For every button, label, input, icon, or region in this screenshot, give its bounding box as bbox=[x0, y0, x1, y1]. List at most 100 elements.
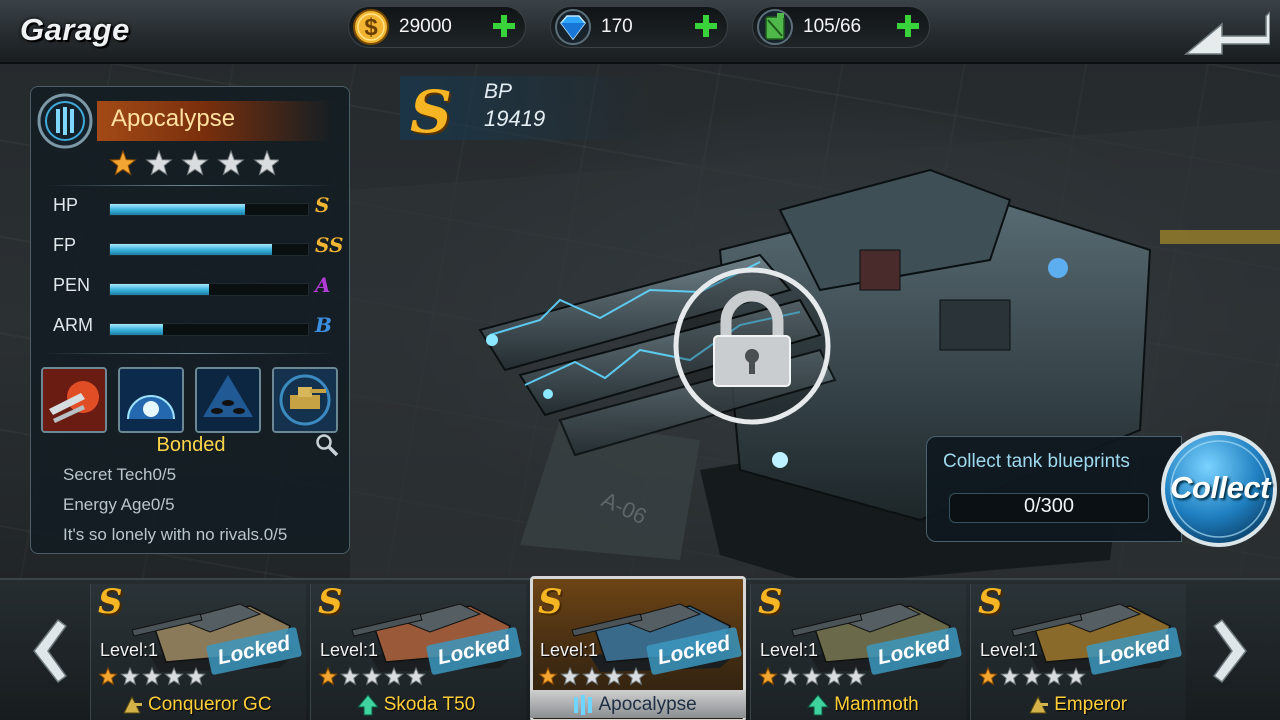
coins-value: 29000 bbox=[399, 16, 452, 37]
diamond-icon bbox=[555, 9, 591, 45]
stat-grade: A bbox=[315, 273, 331, 297]
bond-secret-tech: Secret Tech0/5 bbox=[63, 465, 177, 484]
stat-label: ARM bbox=[53, 315, 93, 335]
card-name-bar: Conqueror GC bbox=[90, 690, 306, 720]
stat-row-arm: ARM B bbox=[31, 311, 351, 341]
star-empty-icon bbox=[145, 149, 173, 176]
back-arrow-icon[interactable] bbox=[1182, 10, 1270, 56]
stat-bar bbox=[109, 283, 309, 296]
stat-bar-fill bbox=[110, 204, 245, 215]
tank-card-mammoth[interactable]: S Locked Level:1 Mammoth bbox=[750, 580, 966, 720]
star-empty-icon bbox=[164, 666, 184, 686]
star-empty-icon bbox=[120, 666, 140, 686]
card-name-bar: Emperor bbox=[970, 690, 1186, 720]
tank-card-skoda-t50[interactable]: S Locked Level:1 Skoda T50 bbox=[310, 580, 526, 720]
card-grade: S bbox=[98, 582, 123, 622]
stat-label: FP bbox=[53, 235, 77, 255]
artillery-class-icon bbox=[1029, 695, 1049, 714]
tank-name: Apocalypse bbox=[111, 105, 236, 132]
card-name-bar: Apocalypse bbox=[530, 690, 746, 718]
light-tank-class-icon bbox=[807, 694, 830, 716]
card-level: Level:1 bbox=[320, 640, 379, 660]
star-empty-icon bbox=[406, 666, 426, 686]
card-rank-stars bbox=[538, 666, 646, 686]
card-rank-stars bbox=[978, 666, 1086, 686]
fuel-can-icon bbox=[757, 9, 793, 45]
battle-power-badge: S BP 19419 bbox=[400, 76, 650, 146]
card-tank-name: Apocalypse bbox=[598, 694, 697, 715]
star-empty-icon bbox=[362, 666, 382, 686]
star-empty-icon bbox=[802, 666, 822, 686]
heavy-tank-class-icon bbox=[573, 695, 592, 715]
bp-label: BP bbox=[484, 80, 513, 103]
star-empty-icon bbox=[217, 149, 245, 176]
card-tank-name: Mammoth bbox=[834, 694, 919, 715]
card-grade: S bbox=[318, 582, 343, 622]
star-empty-icon bbox=[604, 666, 624, 686]
tank-rank-stars bbox=[109, 149, 279, 176]
star-empty-icon bbox=[1066, 666, 1086, 686]
padlock-icon bbox=[673, 267, 831, 425]
card-rank-stars bbox=[318, 666, 426, 686]
bonded-label: Bonded bbox=[156, 434, 226, 456]
star-empty-icon bbox=[142, 666, 162, 686]
star-empty-icon bbox=[582, 666, 602, 686]
stat-grade: S bbox=[315, 193, 330, 217]
carousel-prev-button[interactable] bbox=[10, 606, 80, 696]
stat-row-fp: FP SS bbox=[31, 231, 351, 261]
star-empty-icon bbox=[780, 666, 800, 686]
star-empty-icon bbox=[181, 149, 209, 176]
blueprint-progress-text: 0/300 bbox=[1023, 495, 1075, 517]
stat-label: PEN bbox=[53, 275, 91, 295]
dollar-coin-icon: $ bbox=[353, 9, 389, 45]
search-icon[interactable] bbox=[315, 433, 339, 457]
fuel-counter: 105/66 bbox=[752, 6, 930, 48]
artillery-class-icon bbox=[123, 695, 142, 714]
tank-info-panel: Apocalypse HP S FP SS PEN A ARM B Bonded… bbox=[30, 86, 350, 554]
card-grade: S bbox=[758, 582, 783, 622]
stat-bar-fill bbox=[110, 284, 209, 295]
star-empty-icon bbox=[186, 666, 206, 686]
top-bar: Garage $ 29000 170 105/66 bbox=[0, 0, 1280, 64]
light-tank-class-icon bbox=[356, 694, 379, 716]
shield-drone-skill-icon[interactable] bbox=[195, 367, 261, 433]
stat-row-hp: HP S bbox=[31, 191, 351, 221]
star-empty-icon bbox=[626, 666, 646, 686]
energy-shield-skill-icon[interactable] bbox=[118, 367, 184, 433]
tank-carousel: S Locked Level:1 Conqueror GC S Locked Level:1… bbox=[0, 576, 1280, 720]
add-fuel-button[interactable] bbox=[895, 13, 921, 39]
star-empty-icon bbox=[1022, 666, 1042, 686]
carousel-next-button[interactable] bbox=[1200, 606, 1270, 696]
card-level: Level:1 bbox=[540, 640, 599, 660]
tank-card-emperor[interactable]: S Locked Level:1 Emperor bbox=[970, 580, 1186, 720]
card-rank-stars bbox=[98, 666, 206, 686]
tank-upgrade-skill-icon[interactable] bbox=[272, 367, 338, 433]
tank-emblem-icon bbox=[37, 93, 93, 149]
stat-bar bbox=[109, 243, 309, 256]
tank-card-apocalypse[interactable]: S Locked Level:1 Apocalypse bbox=[530, 576, 746, 720]
star-filled-icon bbox=[538, 666, 558, 686]
add-gems-button[interactable] bbox=[693, 13, 719, 39]
star-empty-icon bbox=[253, 149, 279, 176]
card-level: Level:1 bbox=[980, 640, 1039, 660]
star-empty-icon bbox=[340, 666, 360, 686]
gems-value: 170 bbox=[601, 16, 633, 37]
card-grade: S bbox=[538, 582, 563, 622]
page-title: Garage bbox=[20, 12, 130, 47]
star-filled-icon bbox=[98, 666, 118, 686]
collect-blueprints-panel: Collect tank blueprints 0/300 bbox=[926, 436, 1182, 542]
card-level: Level:1 bbox=[760, 640, 819, 660]
divider bbox=[45, 185, 335, 186]
card-tank-name: Conqueror GC bbox=[148, 694, 272, 715]
stat-bar-fill bbox=[110, 324, 164, 335]
tank-card-conqueror-gc[interactable]: S Locked Level:1 Conqueror GC bbox=[90, 580, 306, 720]
stat-row-pen: PEN A bbox=[31, 271, 351, 301]
stat-label: HP bbox=[53, 195, 79, 215]
add-coins-button[interactable] bbox=[491, 13, 517, 39]
card-name-bar: Mammoth bbox=[750, 690, 966, 720]
missile-skill-icon[interactable] bbox=[41, 367, 107, 433]
collect-button-label[interactable]: Collect bbox=[1160, 470, 1280, 506]
bond-no-rivals: It's so lonely with no rivals.0/5 bbox=[63, 525, 288, 544]
stat-grade: B bbox=[315, 313, 332, 337]
card-tank-name: Skoda T50 bbox=[383, 694, 476, 715]
